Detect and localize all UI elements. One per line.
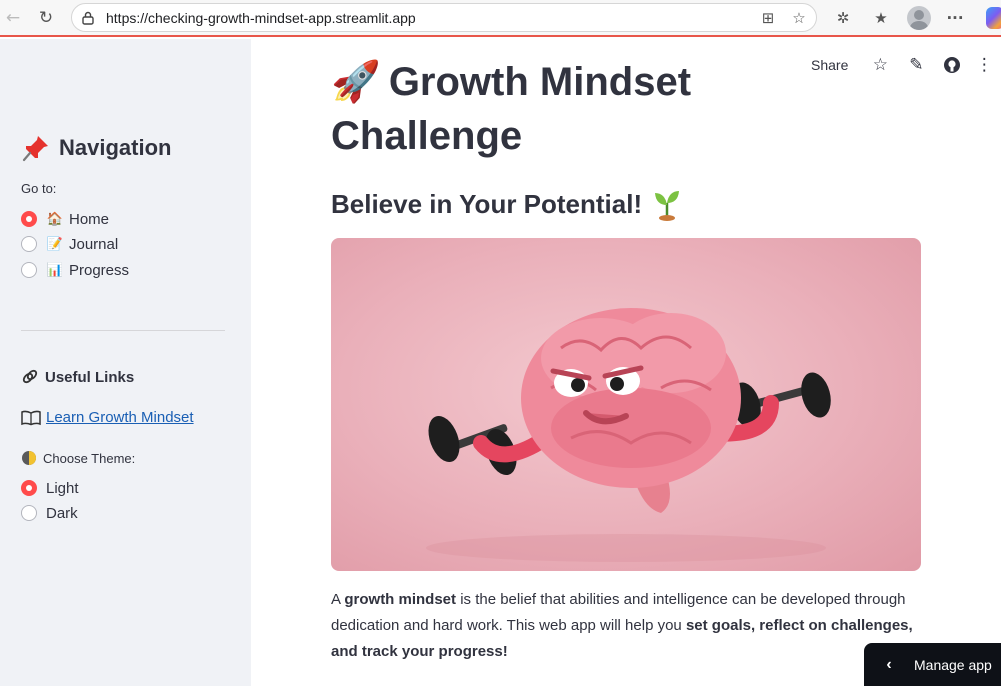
learn-link-text[interactable]: Learn Growth Mindset (46, 409, 194, 426)
page-title-text: Growth Mindset Challenge (331, 60, 692, 158)
nav-option-label: Home (69, 210, 110, 228)
page-subtitle: Believe in Your Potential! (331, 187, 682, 221)
theme-option-label: Dark (46, 504, 78, 522)
house-icon: 🏠 (46, 211, 64, 227)
radio-selected[interactable] (21, 480, 37, 496)
theme-option-label: Light (46, 479, 79, 497)
extensions-icon[interactable]: ✲ (832, 8, 854, 28)
sidebar-title-text: Navigation (59, 135, 172, 160)
chevron-left-icon: ‹ (886, 655, 892, 673)
address-bar[interactable]: https://checking-growth-mindset-app.stre… (71, 3, 817, 32)
intro-text: A (331, 591, 345, 608)
bar-chart-icon: 📊 (46, 262, 64, 278)
manage-app-label: Manage app (914, 656, 992, 673)
copilot-icon[interactable] (986, 7, 1001, 29)
brain-lifting-dumbbells-image (426, 308, 831, 562)
learn-growth-mindset-link[interactable]: Learn Growth Mindset (21, 409, 194, 426)
nav-option-progress[interactable]: 📊 Progress (21, 260, 129, 280)
star-icon[interactable]: ☆ (862, 53, 898, 77)
browser-toolbar: ← ↻ https://checking-growth-mindset-app.… (0, 0, 1001, 37)
lock-icon (82, 11, 94, 25)
intro-paragraph: A growth mindset is the belief that abil… (331, 587, 931, 665)
back-arrow-icon[interactable]: ← (3, 8, 23, 28)
theme-option-dark[interactable]: Dark (21, 503, 78, 523)
hero-image (331, 238, 921, 571)
nav-option-label: Journal (69, 235, 119, 253)
theme-option-light[interactable]: Light (21, 478, 79, 498)
manage-app-button[interactable]: ‹ Manage app (864, 643, 1001, 686)
radio-selected[interactable] (21, 211, 37, 227)
profile-avatar[interactable] (907, 6, 931, 30)
useful-links-text: Useful Links (45, 368, 135, 386)
share-button[interactable]: Share (811, 57, 848, 73)
open-book-icon (21, 410, 41, 425)
nav-option-home[interactable]: 🏠 Home (21, 209, 109, 229)
main-content: Share ☆ ✎ ⋮ 🚀 Growth Mindset Challenge Be… (251, 39, 1001, 686)
link-icon (22, 369, 38, 384)
seedling-icon (655, 191, 680, 221)
goto-label: Go to: (21, 181, 57, 196)
reload-icon[interactable]: ↻ (36, 8, 56, 28)
edit-pencil-icon[interactable]: ✎ (898, 53, 934, 77)
useful-links-heading: Useful Links (21, 368, 134, 386)
theme-label: Choose Theme: (21, 450, 135, 466)
nav-option-journal[interactable]: 📝 Journal (21, 234, 118, 254)
more-menu-icon[interactable]: ··· (944, 8, 966, 28)
memo-icon: 📝 (46, 236, 64, 252)
theme-label-text: Choose Theme: (43, 450, 136, 466)
nav-option-label: Progress (69, 261, 130, 279)
favorite-star-icon[interactable]: ☆ (789, 9, 809, 27)
app-header-actions: Share ☆ ✎ ⋮ (811, 53, 998, 77)
github-icon[interactable] (934, 53, 970, 77)
page-subtitle-text: Believe in Your Potential! (331, 188, 643, 219)
sidebar-title: Navigation (21, 133, 171, 163)
favorites-icon[interactable]: ★ (870, 8, 892, 28)
more-vertical-icon[interactable]: ⋮ (970, 53, 998, 77)
rocket-icon: 🚀 (331, 59, 381, 105)
moon-phase-icon (22, 451, 36, 465)
sidebar-divider (21, 330, 225, 331)
pushpin-icon (22, 136, 48, 162)
radio-unselected[interactable] (21, 262, 37, 278)
radio-unselected[interactable] (21, 236, 37, 252)
sidebar: Navigation Go to: 🏠 Home 📝 Journal 📊 Pro… (0, 39, 251, 686)
url-text: https://checking-growth-mindset-app.stre… (106, 10, 416, 26)
page-title: 🚀 Growth Mindset Challenge (331, 55, 761, 163)
split-screen-icon[interactable]: ⊞ (758, 9, 778, 27)
radio-unselected[interactable] (21, 505, 37, 521)
intro-bold-text: growth mindset (344, 591, 457, 608)
